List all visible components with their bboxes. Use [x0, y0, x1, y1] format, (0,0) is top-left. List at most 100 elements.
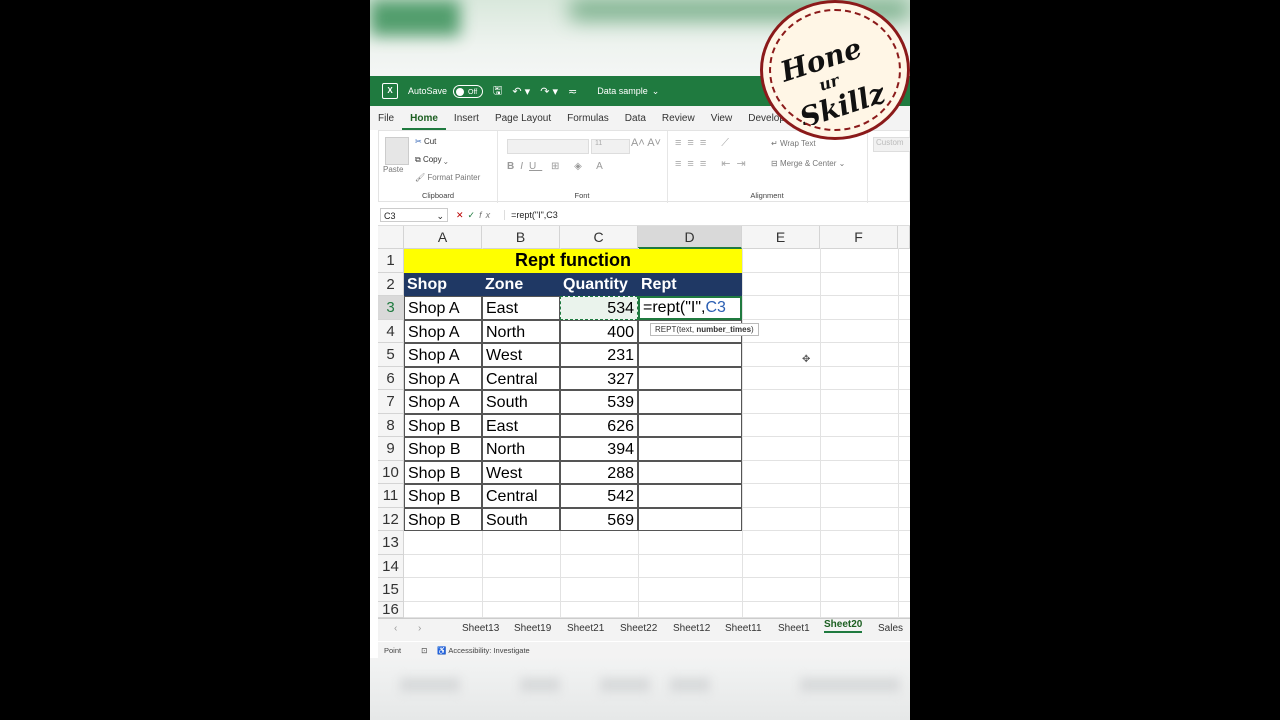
cell-quantity[interactable]: 231: [560, 343, 638, 367]
accessibility-status[interactable]: ♿ Accessibility: Investigate: [437, 646, 529, 655]
cell-rept[interactable]: [638, 484, 742, 508]
row-header-1[interactable]: 1: [378, 249, 404, 273]
fx-icon[interactable]: fx: [479, 210, 494, 220]
cell-rept[interactable]: [638, 343, 742, 367]
align-left-icons[interactable]: ≡≡≡ ⇤⇥: [675, 157, 752, 170]
cell-rept[interactable]: [638, 437, 742, 461]
cancel-icon[interactable]: ✕: [456, 210, 468, 220]
copy-button[interactable]: ⧉ Copy ⌄: [415, 155, 448, 165]
formula-input[interactable]: =rept("I",C3: [504, 210, 558, 220]
tab-formulas[interactable]: Formulas: [559, 113, 617, 130]
tab-data[interactable]: Data: [617, 113, 654, 130]
cell-zone[interactable]: Central: [482, 484, 560, 508]
cell-zone[interactable]: West: [482, 343, 560, 367]
document-name[interactable]: Data sample: [597, 86, 648, 96]
cell-zone[interactable]: Central: [482, 367, 560, 390]
cell-quantity[interactable]: 288: [560, 461, 638, 484]
font-style-buttons[interactable]: BIU ⊞ ◈ A: [507, 161, 609, 172]
row-header-11[interactable]: 11: [378, 484, 404, 508]
cell-quantity[interactable]: 534: [560, 296, 638, 320]
function-tooltip[interactable]: REPT(text, number_times): [650, 323, 759, 336]
cell-rept[interactable]: [638, 461, 742, 484]
column-header-b[interactable]: B: [482, 226, 560, 249]
row-header-5[interactable]: 5: [378, 343, 404, 367]
cell-quantity[interactable]: 542: [560, 484, 638, 508]
column-header-e[interactable]: E: [742, 226, 820, 249]
cell-shop[interactable]: Shop A: [404, 320, 482, 343]
tab-file[interactable]: File: [370, 113, 402, 130]
tab-scroll-right-icon[interactable]: ›: [418, 623, 421, 634]
header-rept[interactable]: Rept: [638, 273, 742, 296]
cell-rept[interactable]: [638, 390, 742, 414]
cell-quantity[interactable]: 400: [560, 320, 638, 343]
cell-shop[interactable]: Shop A: [404, 367, 482, 390]
cell-quantity[interactable]: 394: [560, 437, 638, 461]
tab-page-layout[interactable]: Page Layout: [487, 113, 559, 130]
font-grow-shrink-icons[interactable]: A˄ A˅: [631, 137, 661, 149]
row-header-4[interactable]: 4: [378, 320, 404, 343]
row-header-12[interactable]: 12: [378, 508, 404, 531]
tab-home[interactable]: Home: [402, 113, 446, 130]
header-zone[interactable]: Zone: [482, 273, 560, 296]
cut-button[interactable]: ✂ Cut: [415, 137, 436, 146]
header-shop[interactable]: Shop: [404, 273, 482, 296]
wrap-text-button[interactable]: ↵ Wrap Text: [771, 139, 816, 148]
sheet-tab-sheet21[interactable]: Sheet21: [567, 623, 604, 634]
tab-review[interactable]: Review: [654, 113, 703, 130]
save-icon[interactable]: 🖫: [493, 82, 502, 101]
tab-view[interactable]: View: [703, 113, 741, 130]
tab-insert[interactable]: Insert: [446, 113, 487, 130]
formula-buttons[interactable]: ✕✓fx: [456, 210, 494, 221]
cell-shop[interactable]: Shop B: [404, 461, 482, 484]
row-header-6[interactable]: 6: [378, 367, 404, 390]
row-header-14[interactable]: 14: [378, 555, 404, 578]
cell-quantity[interactable]: 327: [560, 367, 638, 390]
worksheet-grid[interactable]: A B C D E F 1 2 3 4 5 6 7 8 9 10 11 12 13 14 15 16 Rept…: [378, 226, 910, 618]
column-header-c[interactable]: C: [560, 226, 638, 249]
cell-shop[interactable]: Shop A: [404, 343, 482, 367]
column-header-g[interactable]: [898, 226, 910, 249]
row-header-2[interactable]: 2: [378, 273, 404, 296]
cell-quantity[interactable]: 626: [560, 414, 638, 437]
undo-icon[interactable]: ↶ ▾: [512, 85, 530, 98]
cell-shop[interactable]: Shop B: [404, 414, 482, 437]
cell-shop[interactable]: Shop A: [404, 296, 482, 320]
sheet-tab-sheet11[interactable]: Sheet11: [725, 623, 762, 634]
cell-rept[interactable]: [638, 414, 742, 437]
cell-zone[interactable]: South: [482, 508, 560, 531]
cell-quantity[interactable]: 539: [560, 390, 638, 414]
cell-quantity[interactable]: 569: [560, 508, 638, 531]
autosave-toggle[interactable]: Off: [453, 84, 484, 98]
row-header-8[interactable]: 8: [378, 414, 404, 437]
cell-shop[interactable]: Shop B: [404, 508, 482, 531]
row-header-3[interactable]: 3: [378, 296, 404, 320]
column-header-a[interactable]: A: [404, 226, 482, 249]
name-box[interactable]: C3 ⌄: [380, 208, 448, 222]
cell-zone[interactable]: North: [482, 320, 560, 343]
merge-center-button[interactable]: ⊟ Merge & Center ⌄: [771, 159, 845, 168]
title-cell[interactable]: Rept function: [404, 249, 742, 273]
chevron-down-icon[interactable]: ⌄: [652, 86, 660, 97]
sheet-tab-sales[interactable]: Sales: [878, 623, 903, 634]
cell-zone[interactable]: West: [482, 461, 560, 484]
font-name-select[interactable]: [507, 139, 589, 154]
cell-shop[interactable]: Shop B: [404, 484, 482, 508]
font-size-select[interactable]: 11: [591, 139, 630, 154]
sheet-tab-sheet13[interactable]: Sheet13: [462, 623, 499, 634]
enter-icon[interactable]: ✓: [468, 210, 480, 220]
row-header-16[interactable]: 16: [378, 602, 404, 618]
sheet-tab-sheet22[interactable]: Sheet22: [620, 623, 657, 634]
redo-icon[interactable]: ↷ ▾: [540, 85, 558, 98]
row-header-10[interactable]: 10: [378, 461, 404, 484]
cell-rept[interactable]: [638, 508, 742, 531]
sheet-tab-sheet12[interactable]: Sheet12: [673, 623, 710, 634]
macro-record-icon[interactable]: ⊡: [421, 646, 427, 655]
row-header-7[interactable]: 7: [378, 390, 404, 414]
column-header-f[interactable]: F: [820, 226, 898, 249]
select-all-corner[interactable]: [378, 226, 404, 249]
header-quantity[interactable]: Quantity: [560, 273, 638, 296]
active-edit-cell-d3[interactable]: =rept("I",C3: [638, 296, 742, 320]
cell-rept[interactable]: [638, 367, 742, 390]
row-header-9[interactable]: 9: [378, 437, 404, 461]
tab-scroll-left-icon[interactable]: ‹: [394, 623, 397, 634]
